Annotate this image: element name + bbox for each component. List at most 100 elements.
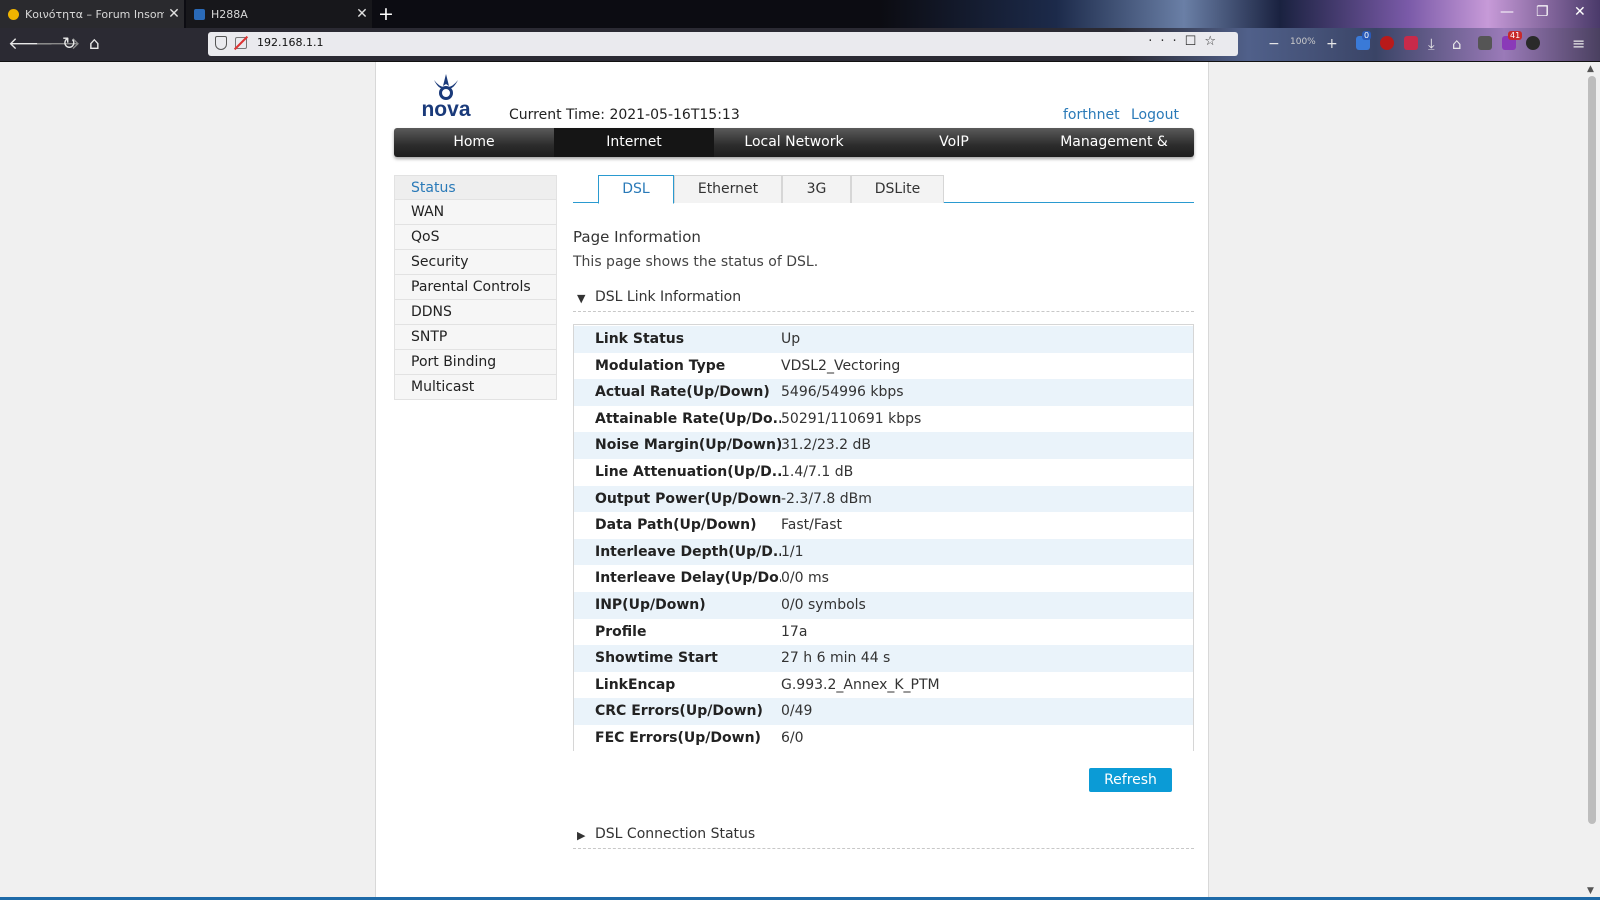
- table-row: Line Attenuation(Up/D... 1.4/7.1 dB: [574, 458, 1193, 486]
- refresh-button[interactable]: Refresh: [1089, 768, 1172, 792]
- row-value: Up: [781, 331, 801, 347]
- row-key: Interleave Depth(Up/D...: [595, 543, 781, 560]
- s-extension-icon[interactable]: [1478, 36, 1492, 50]
- section-title: DSL Link Information: [595, 289, 742, 305]
- page-actions-icon[interactable]: ···☐☆: [1148, 34, 1224, 49]
- page-info-description: This page shows the status of DSL.: [573, 254, 819, 270]
- row-key: INP(Up/Down): [595, 596, 706, 613]
- table-row: FEC Errors(Up/Down) 6/0: [574, 724, 1193, 752]
- side-menu-parental-controls[interactable]: Parental Controls: [394, 275, 557, 300]
- logo-wordmark: nova: [421, 98, 471, 121]
- side-menu-multicast[interactable]: Multicast: [394, 375, 557, 400]
- side-menu-status[interactable]: Status: [394, 175, 557, 200]
- logout-link[interactable]: Logout: [1131, 107, 1179, 123]
- side-menu-ddns[interactable]: DDNS: [394, 300, 557, 325]
- scroll-up-icon[interactable]: ▲: [1587, 64, 1594, 74]
- address-bar[interactable]: 192.168.1.1 ···☐☆: [208, 32, 1238, 56]
- row-value: 0/49: [781, 703, 813, 720]
- router-page: nova Current Time: 2021-05-16T15:13 fort…: [375, 62, 1209, 900]
- dsl-link-info-header[interactable]: ▼ DSL Link Information: [573, 288, 1194, 312]
- mail-badge: 41: [1508, 31, 1523, 40]
- main-menu: Home Internet Local Network VoIP Managem…: [394, 128, 1194, 157]
- browser-tab-forum[interactable]: Κοινότητα – Forum Insomnia.g ✕: [0, 0, 184, 28]
- restore-window-button[interactable]: ❐: [1536, 4, 1549, 20]
- account-icon[interactable]: ⌂: [1452, 34, 1462, 54]
- main-menu-voip[interactable]: VoIP: [874, 128, 1034, 157]
- row-value: Fast/Fast: [781, 517, 842, 534]
- zoom-out-icon[interactable]: −: [1268, 34, 1280, 54]
- row-value: 0/0 ms: [781, 570, 829, 587]
- ublock-icon[interactable]: [1380, 36, 1394, 50]
- side-menu-wan[interactable]: WAN: [394, 200, 557, 225]
- hd-extension-icon[interactable]: [1404, 36, 1418, 50]
- side-menu-security[interactable]: Security: [394, 250, 557, 275]
- extension-badge: 0: [1362, 31, 1372, 40]
- row-key: Output Power(Up/Down): [595, 490, 781, 507]
- browser-tab-router[interactable]: H288A ✕: [186, 0, 372, 28]
- table-row: Interleave Depth(Up/D... 1/1: [574, 538, 1193, 566]
- menu-icon[interactable]: ≡: [1572, 34, 1585, 54]
- close-tab-icon[interactable]: ✕: [352, 6, 372, 22]
- row-value: 31.2/23.2 dB: [781, 437, 872, 454]
- row-value: 5496/54996 kbps: [781, 384, 904, 401]
- url-text[interactable]: 192.168.1.1: [257, 36, 323, 49]
- table-row: Actual Rate(Up/Down) 5496/54996 kbps: [574, 379, 1193, 406]
- reload-icon[interactable]: ↻: [62, 34, 76, 54]
- page-info-title: Page Information: [573, 228, 701, 246]
- expanded-triangle-icon: ▼: [577, 292, 586, 305]
- row-value: VDSL2_Vectoring: [781, 357, 901, 374]
- downloads-icon[interactable]: ⤓: [1428, 34, 1435, 54]
- table-row: Modulation Type VDSL2_Vectoring: [574, 352, 1193, 380]
- table-row: Profile 17a: [574, 618, 1193, 646]
- row-key: Actual Rate(Up/Down): [595, 384, 770, 401]
- tab-dsl[interactable]: DSL: [598, 175, 674, 204]
- tab-3g[interactable]: 3G: [782, 175, 851, 203]
- side-menu-qos[interactable]: QoS: [394, 225, 557, 250]
- vertical-scrollbar[interactable]: ▲ ▼: [1584, 62, 1600, 900]
- table-row: Attainable Rate(Up/Do... 50291/110691 kbp…: [574, 405, 1193, 433]
- row-key: Profile: [595, 623, 647, 640]
- close-window-button[interactable]: ✕: [1574, 4, 1586, 20]
- main-menu-management[interactable]: Management &: [1034, 128, 1194, 157]
- zoom-in-icon[interactable]: +: [1326, 34, 1338, 54]
- table-row: INP(Up/Down) 0/0 symbols: [574, 591, 1193, 619]
- main-menu-home[interactable]: Home: [394, 128, 554, 157]
- new-tab-button[interactable]: +: [378, 3, 394, 25]
- main-menu-internet[interactable]: Internet: [554, 128, 714, 157]
- dsl-connection-status-header[interactable]: ▶ DSL Connection Status: [573, 825, 1194, 849]
- router-favicon-icon: [194, 8, 205, 20]
- scrollbar-thumb[interactable]: [1588, 76, 1596, 824]
- row-key: Data Path(Up/Down): [595, 517, 757, 534]
- side-menu-port-binding[interactable]: Port Binding: [394, 350, 557, 375]
- collapsed-triangle-icon: ▶: [577, 829, 586, 842]
- row-value: 27 h 6 min 44 s: [781, 650, 891, 667]
- table-row: Link Status Up: [574, 326, 1193, 353]
- zoom-level[interactable]: 100%: [1290, 37, 1316, 47]
- table-row: Data Path(Up/Down) Fast/Fast: [574, 512, 1193, 539]
- close-tab-icon[interactable]: ✕: [164, 6, 184, 22]
- row-key: Attainable Rate(Up/Do...: [595, 410, 781, 427]
- side-menu: Status WAN QoS Security Parental Control…: [394, 175, 557, 400]
- home-icon[interactable]: ⌂: [89, 34, 100, 54]
- minimize-window-button[interactable]: —: [1500, 4, 1514, 20]
- section-title: DSL Connection Status: [595, 826, 756, 842]
- current-time: Current Time: 2021-05-16T15:13: [509, 107, 740, 123]
- row-value: G.993.2_Annex_K_PTM: [781, 676, 940, 693]
- forum-favicon-icon: [8, 8, 19, 20]
- w-extension-icon[interactable]: [1526, 36, 1540, 50]
- insecure-connection-icon[interactable]: [235, 37, 247, 49]
- table-row: Showtime Start 27 h 6 min 44 s: [574, 645, 1193, 672]
- browser-tab-title: H288A: [211, 7, 248, 21]
- tab-ethernet[interactable]: Ethernet: [674, 175, 782, 203]
- tab-dslite[interactable]: DSLite: [851, 175, 944, 203]
- username-link[interactable]: forthnet: [1063, 107, 1120, 123]
- row-key: CRC Errors(Up/Down): [595, 703, 763, 720]
- browser-tab-title: Κοινότητα – Forum Insomnia.g: [25, 7, 164, 21]
- scroll-down-icon[interactable]: ▼: [1587, 886, 1594, 896]
- tracking-shield-icon[interactable]: [215, 36, 227, 50]
- side-menu-sntp[interactable]: SNTP: [394, 325, 557, 350]
- row-key: Showtime Start: [595, 650, 718, 667]
- browser-nav-bar: 🡐 🡒 ↻ ⌂ 192.168.1.1 ···☐☆ − 100% + 0 ⤓ ⌂…: [0, 28, 1600, 62]
- main-menu-local-network[interactable]: Local Network: [714, 128, 874, 157]
- table-row: CRC Errors(Up/Down) 0/49: [574, 698, 1193, 725]
